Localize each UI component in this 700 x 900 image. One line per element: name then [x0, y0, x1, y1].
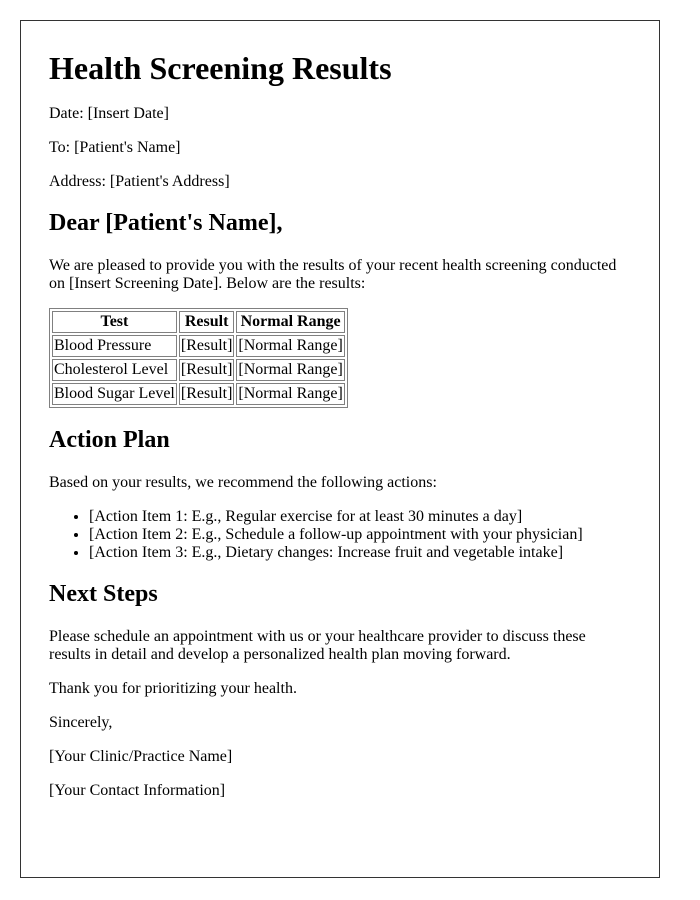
cell-test: Blood Pressure [52, 335, 177, 357]
table-header-row: Test Result Normal Range [52, 311, 345, 333]
header-normal-range: Normal Range [236, 311, 345, 333]
list-item: [Action Item 3: E.g., Dietary changes: I… [89, 544, 631, 562]
recipient-line: To: [Patient's Name] [49, 139, 181, 156]
date-line: Date: [Insert Date] [49, 105, 169, 122]
next-steps-heading: Next Steps [49, 581, 158, 607]
table-row: Blood Sugar Level [Result] [Normal Range… [52, 383, 345, 405]
cell-normal-range: [Normal Range] [236, 335, 345, 357]
table-row: Blood Pressure [Result] [Normal Range] [52, 335, 345, 357]
action-plan-intro: Based on your results, we recommend the … [49, 474, 437, 491]
cell-normal-range: [Normal Range] [236, 359, 345, 381]
list-item: [Action Item 2: E.g., Schedule a follow-… [89, 526, 631, 544]
cell-normal-range: [Normal Range] [236, 383, 345, 405]
header-result: Result [178, 311, 235, 333]
table-row: Cholesterol Level [Result] [Normal Range… [52, 359, 345, 381]
action-plan-heading: Action Plan [49, 427, 170, 453]
list-item: [Action Item 1: E.g., Regular exercise f… [89, 508, 631, 526]
page-title: Health Screening Results [49, 50, 392, 86]
sign-off: Sincerely, [49, 714, 113, 731]
letter-container: Health Screening Results Date: [Insert D… [20, 20, 660, 878]
clinic-name: [Your Clinic/Practice Name] [49, 748, 233, 765]
results-table: Test Result Normal Range Blood Pressure … [49, 308, 348, 408]
cell-result: [Result] [178, 335, 235, 357]
cell-result: [Result] [178, 359, 235, 381]
cell-test: Cholesterol Level [52, 359, 177, 381]
header-test: Test [52, 311, 177, 333]
next-steps-paragraph: Please schedule an appointment with us o… [49, 628, 586, 663]
action-items-list: [Action Item 1: E.g., Regular exercise f… [49, 508, 631, 562]
address-line: Address: [Patient's Address] [49, 173, 230, 190]
salutation: Dear [Patient's Name], [49, 210, 283, 236]
cell-test: Blood Sugar Level [52, 383, 177, 405]
cell-result: [Result] [178, 383, 235, 405]
contact-info: [Your Contact Information] [49, 782, 226, 799]
thank-you-line: Thank you for prioritizing your health. [49, 680, 297, 697]
intro-paragraph: We are pleased to provide you with the r… [49, 257, 617, 292]
